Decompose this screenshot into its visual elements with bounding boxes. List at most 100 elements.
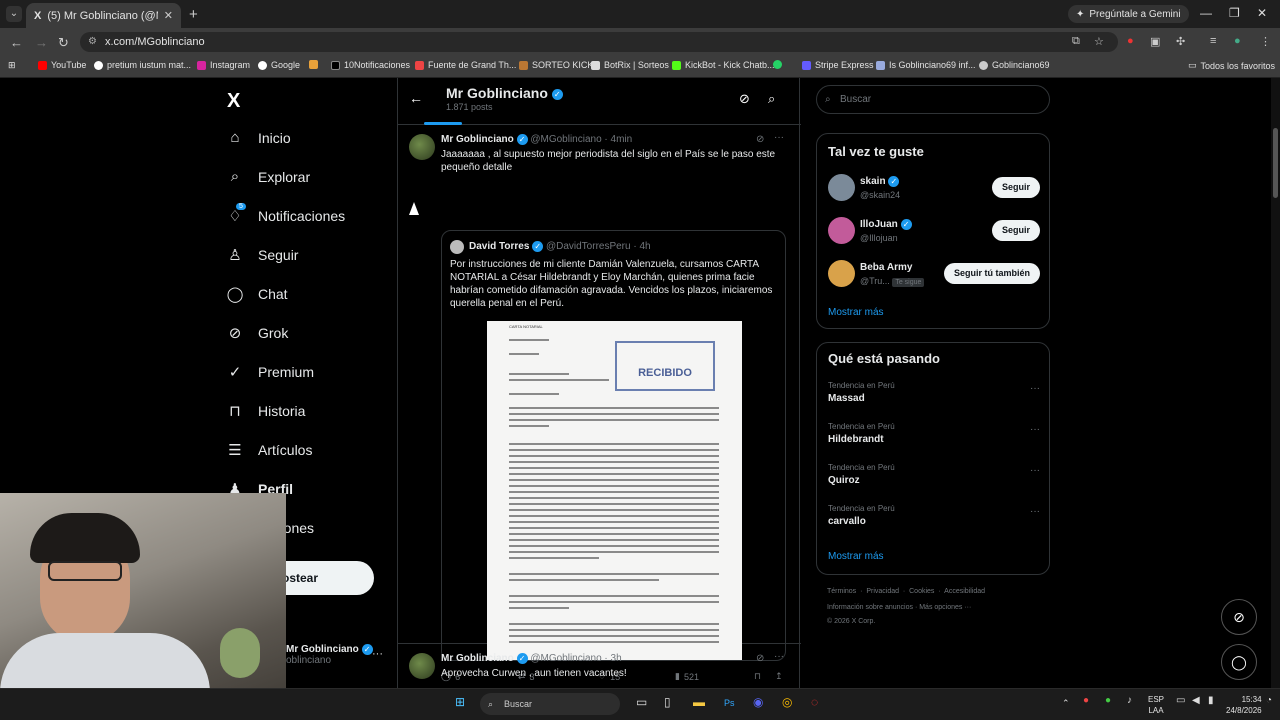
nav-notificaciones[interactable]: ♢ 5 Notificaciones	[226, 203, 345, 225]
bookmark-grand-theft[interactable]: Fuente de Grand Th...	[415, 60, 516, 70]
browser-tab-active[interactable]: X (5) Mr Goblinciano (@MGoblin... ✕	[26, 3, 181, 28]
bookmark-notificaciones[interactable]: 10Notificaciones	[331, 60, 410, 70]
app-icon[interactable]: ▯	[664, 695, 671, 709]
nav-articulos[interactable]: ☰ Artículos	[226, 441, 312, 459]
bookmark-goblinciano-info[interactable]: Is Goblinciano69 inf...	[876, 60, 976, 70]
notifications-icon[interactable]: ◔	[1266, 695, 1272, 706]
site-info-icon[interactable]: ⚙	[88, 32, 97, 52]
photoshop-icon[interactable]: Ps	[724, 698, 735, 708]
nav-chat[interactable]: ◯ Chat	[226, 285, 288, 303]
microphone-icon[interactable]: ♪	[1127, 695, 1132, 706]
profile-avatar-icon[interactable]: ●	[1234, 35, 1241, 47]
show-more-link[interactable]: Mostrar más	[828, 307, 884, 318]
more-icon[interactable]: ···	[774, 132, 784, 143]
tray-app-icon[interactable]: ●	[1083, 695, 1089, 706]
grok-icon[interactable]: ⊘	[756, 653, 764, 664]
trend-item[interactable]: Tendencia en Perú Quiroz ···	[828, 463, 1040, 486]
suggestion-illojuan[interactable]: IlloJuan ✓ @Illojuan Seguir	[828, 217, 1040, 247]
bookmark-youtube[interactable]: YouTube	[38, 60, 86, 70]
follow-back-button[interactable]: Seguir tú también	[943, 263, 1040, 284]
network-icon[interactable]: ▭	[1176, 695, 1185, 706]
nav-seguir[interactable]: ♙ Seguir	[226, 246, 298, 264]
footer-link[interactable]: Términos	[827, 588, 856, 595]
avatar[interactable]	[409, 653, 435, 679]
more-icon[interactable]: ···	[774, 651, 784, 662]
more-icon[interactable]: ···	[1030, 383, 1040, 394]
nav-explorar[interactable]: ⌕ Explorar	[226, 168, 310, 185]
trend-item[interactable]: Tendencia en Perú carvallo ···	[828, 504, 1040, 527]
notarial-letter-image[interactable]: CARTA NOTARIAL RECIBIDO	[487, 321, 742, 660]
maximize-icon[interactable]: ❐	[1229, 6, 1240, 20]
search-input[interactable]: ⌕ Buscar	[816, 85, 1050, 114]
bookmark-goblinciano69[interactable]: Goblinciano69	[979, 60, 1050, 70]
apps-icon[interactable]: ⊞	[8, 60, 16, 71]
chrome-icon[interactable]: ◎	[782, 695, 792, 709]
close-window-icon[interactable]: ✕	[1257, 6, 1267, 20]
bookmark-pretium[interactable]: pretium iustum mat...	[94, 60, 191, 70]
battery-icon[interactable]: ▮	[1208, 695, 1214, 706]
address-bar[interactable]: ⚙ x.com/MGoblinciano	[80, 32, 1118, 52]
reload-icon[interactable]: ↻	[58, 35, 69, 51]
more-icon[interactable]: ···	[1030, 506, 1040, 517]
star-icon[interactable]: ☆	[1094, 35, 1104, 48]
install-icon[interactable]: ⧉	[1072, 35, 1080, 48]
taskbar-search[interactable]: ⌕ Buscar	[480, 693, 620, 715]
volume-icon[interactable]: ◀	[1192, 695, 1200, 706]
show-more-link[interactable]: Mostrar más	[828, 551, 884, 562]
back-arrow-icon[interactable]: ←	[409, 90, 423, 106]
file-explorer-icon[interactable]: ▬	[693, 695, 705, 709]
bookmark-stripe[interactable]: Stripe Express	[802, 60, 874, 70]
grok-icon[interactable]: ⊘	[756, 134, 764, 145]
clock[interactable]: 15:34 24/8/2026	[1226, 694, 1262, 716]
account-more-icon[interactable]: ···	[372, 648, 383, 660]
suggestion-beba-army[interactable]: Beba Army @Tru... Te sigue Seguir tú tam…	[828, 260, 1040, 290]
more-icon[interactable]: ···	[1030, 465, 1040, 476]
chat-fab-icon[interactable]: ◯	[1221, 644, 1257, 680]
tab-close-icon[interactable]: ✕	[164, 9, 173, 22]
x-logo[interactable]: X	[227, 90, 240, 113]
forward-icon[interactable]: →	[35, 35, 48, 50]
nav-inicio[interactable]: ⌂ Inicio	[226, 129, 290, 146]
nav-grok[interactable]: ⊘ Grok	[226, 324, 289, 342]
minimize-icon[interactable]: —	[1200, 6, 1212, 20]
bookmark-sorteo[interactable]: SORTEO KICK	[519, 60, 593, 70]
tray-chevron-icon[interactable]: ⌃	[1062, 698, 1070, 709]
extension-icon[interactable]: ●	[1127, 35, 1134, 47]
tray-app-icon[interactable]: ●	[1105, 695, 1111, 706]
more-icon[interactable]: ···	[1030, 424, 1040, 435]
new-tab-button[interactable]: +	[189, 6, 198, 23]
tweet[interactable]: Mr Goblinciano ✓ @MGoblinciano · 3h ⊘ ··…	[398, 645, 801, 688]
grok-icon[interactable]: ⊘	[739, 91, 750, 107]
extension-icon[interactable]: ▣	[1150, 35, 1160, 48]
trend-item[interactable]: Tendencia en Perú Massad ···	[828, 381, 1040, 404]
bookmark-instagram[interactable]: Instagram	[197, 60, 250, 70]
discord-icon[interactable]: ◉	[753, 695, 763, 709]
scrollbar-thumb[interactable]	[1273, 128, 1278, 198]
grok-fab-icon[interactable]: ⊘	[1221, 599, 1257, 635]
footer-link[interactable]: Privacidad	[866, 588, 899, 595]
language-indicator[interactable]: ESP LAA	[1148, 694, 1164, 716]
quoted-tweet[interactable]: David Torres ✓ @DavidTorresPeru · 4h Por…	[441, 230, 786, 661]
footer-ads-info[interactable]: Información sobre anuncios · Más opcione…	[827, 604, 971, 611]
bookmark-whatsapp[interactable]	[773, 60, 782, 69]
nav-premium[interactable]: ✓ Premium	[226, 363, 314, 381]
avatar[interactable]	[409, 134, 435, 160]
search-icon[interactable]: ⌕	[768, 91, 775, 107]
all-favorites[interactable]: ▭ Todos los favoritos	[1188, 60, 1275, 71]
follow-button[interactable]: Seguir	[991, 177, 1040, 198]
follow-button[interactable]: Seguir	[991, 220, 1040, 241]
reading-list-icon[interactable]: ≡	[1210, 35, 1216, 47]
windows-start-icon[interactable]: ⊞	[455, 695, 465, 709]
app-icon[interactable]: ◌	[811, 695, 818, 709]
footer-link[interactable]: Accesibilidad	[944, 588, 985, 595]
bookmark-unnamed[interactable]	[309, 60, 318, 69]
suggestion-skain[interactable]: skain ✓ @skain24 Seguir	[828, 174, 1040, 204]
trend-item[interactable]: Tendencia en Perú Hildebrandt ···	[828, 422, 1040, 445]
bookmark-google[interactable]: Google	[258, 60, 300, 70]
bookmark-botrix[interactable]: BotRix | Sorteos	[591, 60, 669, 70]
footer-link[interactable]: Cookies	[909, 588, 934, 595]
puzzle-icon[interactable]: ✣	[1176, 35, 1185, 48]
menu-icon[interactable]: ⋮	[1260, 35, 1271, 48]
tweet[interactable]: Mr Goblinciano ✓ @MGoblinciano · 4min ⊘ …	[398, 126, 801, 682]
back-icon[interactable]: ←	[10, 35, 23, 50]
